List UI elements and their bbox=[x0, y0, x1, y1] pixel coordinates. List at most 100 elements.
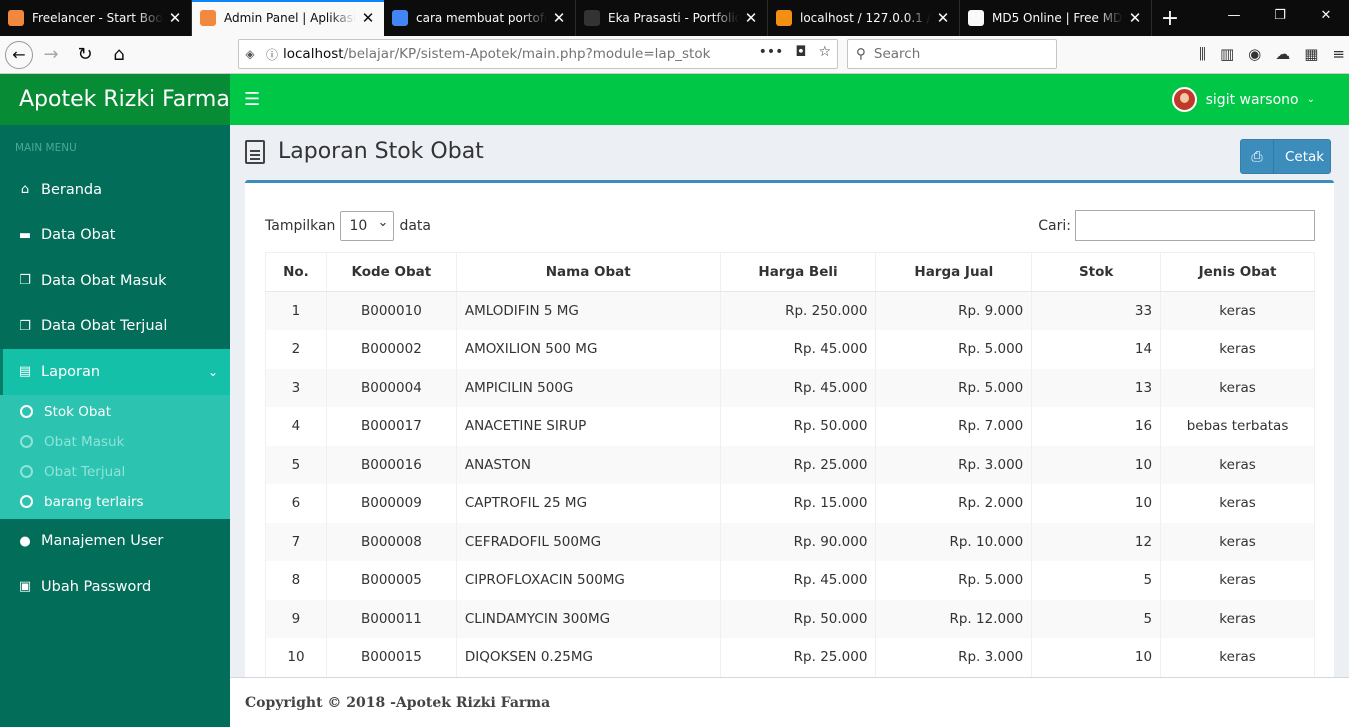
favicon-icon bbox=[392, 10, 408, 26]
submenu-item-label: barang terlairs bbox=[44, 493, 144, 510]
table-search-input[interactable] bbox=[1075, 210, 1315, 241]
submenu-item[interactable]: barang terlairs bbox=[0, 487, 230, 517]
printer-icon: ⎙ bbox=[1241, 140, 1274, 173]
sidebar-item-beranda[interactable]: ⌂ Beranda bbox=[0, 167, 230, 213]
main-content: Laporan Stok Obat ⎙ Cetak Tampilkan 10 d… bbox=[230, 125, 1349, 680]
close-tab-icon[interactable]: ✕ bbox=[551, 9, 567, 27]
table-cell: B000002 bbox=[325, 330, 457, 369]
toolbar-icons: ⫼ ▥ ◉ ☁ ▦ ≡ bbox=[1199, 45, 1349, 63]
extension-icon[interactable]: ☁ bbox=[1275, 45, 1290, 63]
page-header: Laporan Stok Obat bbox=[245, 139, 484, 164]
sidebar-item-data-obat-masuk[interactable]: ❐ Data Obat Masuk bbox=[0, 258, 230, 304]
browser-tab[interactable]: cara membuat portofolio ✕ bbox=[384, 0, 576, 36]
table-cell: 9 bbox=[265, 599, 327, 638]
restore-icon[interactable]: ❐ bbox=[1257, 0, 1303, 30]
sidebar-item-ubah-password[interactable]: ▣ Ubah Password bbox=[0, 564, 230, 610]
sidebar-item-label: Manajemen User bbox=[41, 533, 164, 550]
table-cell: 5 bbox=[1031, 599, 1162, 638]
account-icon[interactable]: ◉ bbox=[1248, 45, 1261, 63]
table-cell: B000015 bbox=[325, 638, 457, 677]
home-page-icon[interactable]: ⌂ bbox=[103, 40, 135, 70]
table-cell: keras bbox=[1160, 368, 1315, 407]
new-tab-button[interactable]: + bbox=[1152, 0, 1188, 36]
table-cell: 2 bbox=[265, 330, 327, 369]
close-tab-icon[interactable]: ✕ bbox=[935, 9, 951, 27]
url-actions: ••• ◘ ☆ bbox=[759, 44, 831, 60]
url-path: /belajar/KP/sistem-Apotek/main.php?modul… bbox=[343, 46, 711, 62]
table-cell: 10 bbox=[1031, 484, 1162, 523]
table-cell: Rp. 12.000 bbox=[875, 599, 1033, 638]
search-icon: ⚲ bbox=[856, 46, 866, 62]
forward-icon[interactable]: → bbox=[35, 40, 67, 70]
tab-title: Admin Panel | Aplikasi Persediaan bbox=[224, 11, 356, 25]
column-header[interactable]: Harga Beli bbox=[719, 252, 877, 292]
footer: Copyright © 2018 -Apotek Rizki Farma bbox=[230, 677, 1349, 727]
table-cell: 16 bbox=[1031, 407, 1162, 446]
table-cell: Rp. 10.000 bbox=[875, 522, 1033, 561]
table-cell: keras bbox=[1160, 445, 1315, 484]
sidebar-icon[interactable]: ▥ bbox=[1220, 45, 1234, 63]
table-cell: 5 bbox=[265, 445, 327, 484]
user-menu[interactable]: sigit warsono ⌄ bbox=[1171, 87, 1315, 112]
window-controls: — ❐ ✕ bbox=[1211, 0, 1349, 30]
table-cell: CLINDAMYCIN 300MG bbox=[455, 599, 721, 638]
table-cell: 1 bbox=[265, 291, 327, 330]
minimize-icon[interactable]: — bbox=[1211, 0, 1257, 30]
sidebar-item-label: Beranda bbox=[41, 181, 102, 198]
browser-tab[interactable]: Freelancer - Start Bootstrap ✕ bbox=[0, 0, 192, 36]
sidebar-item-data-obat[interactable]: ▬ Data Obat bbox=[0, 213, 230, 259]
sidebar-item-laporan[interactable]: ▤ Laporan ⌄ bbox=[0, 349, 230, 395]
tab-title: localhost / 127.0.0.1 / persediaan bbox=[800, 11, 931, 25]
table-cell: keras bbox=[1160, 638, 1315, 677]
table-cell: Rp. 5.000 bbox=[875, 330, 1033, 369]
bookmark-star-icon[interactable]: ☆ bbox=[818, 44, 831, 60]
table-body: 1 B000010 AMLODIFIN 5 MG Rp. 250.000 Rp. 9.0… bbox=[265, 291, 1315, 677]
main-menu: ⌂ Beranda ▬ Data Obat ❐ Data Obat Masuk ❐ Data … bbox=[0, 167, 230, 610]
submenu-item[interactable]: Stok Obat bbox=[0, 397, 230, 427]
top-header: ☰ sigit warsono ⌄ bbox=[230, 74, 1349, 125]
library-icon[interactable]: ⫼ bbox=[1199, 45, 1206, 63]
brand-logo[interactable]: Apotek Rizki Farma bbox=[0, 74, 230, 125]
column-header[interactable]: Stok bbox=[1031, 252, 1162, 292]
circle-icon bbox=[20, 495, 33, 508]
print-button[interactable]: ⎙ Cetak bbox=[1240, 139, 1331, 174]
menu-icon[interactable]: ≡ bbox=[1332, 45, 1345, 63]
page-actions-icon[interactable]: ••• bbox=[759, 44, 784, 60]
info-icon[interactable]: ⓘ bbox=[261, 46, 283, 63]
reload-icon[interactable]: ↻ bbox=[69, 40, 101, 70]
submenu-item[interactable]: Obat Masuk bbox=[0, 427, 230, 457]
close-tab-icon[interactable]: ✕ bbox=[743, 9, 759, 27]
table-row: 6 B000009 CAPTROFIL 25 MG Rp. 15.000 Rp. 2.0… bbox=[265, 484, 1315, 523]
column-header[interactable]: No. bbox=[265, 252, 327, 292]
table-cell: B000010 bbox=[325, 291, 457, 330]
url-bar[interactable]: ◈ ⓘ localhost/belajar/KP/sistem-Apotek/m… bbox=[238, 39, 838, 69]
close-tab-icon[interactable]: ✕ bbox=[167, 9, 183, 27]
search-input[interactable]: ⚲ Search bbox=[847, 39, 1057, 69]
shield-icon[interactable]: ◈ bbox=[239, 47, 261, 61]
table-cell: 33 bbox=[1031, 291, 1162, 330]
page-length-control: Tampilkan 10 data bbox=[265, 211, 431, 241]
browser-tab[interactable]: MD5 Online | Free MD5 Decryption ✕ bbox=[960, 0, 1152, 36]
page-length-select[interactable]: 10 bbox=[340, 211, 395, 241]
pocket-icon[interactable]: ◘ bbox=[795, 44, 806, 60]
submenu-item[interactable]: Obat Terjual bbox=[0, 457, 230, 487]
close-window-icon[interactable]: ✕ bbox=[1303, 0, 1349, 30]
column-header[interactable]: Jenis Obat bbox=[1160, 252, 1315, 292]
column-header[interactable]: Kode Obat bbox=[325, 252, 457, 292]
show-label: Tampilkan bbox=[265, 218, 336, 234]
browser-tab[interactable]: localhost / 127.0.0.1 / persediaan ✕ bbox=[768, 0, 960, 36]
hamburger-icon[interactable]: ☰ bbox=[244, 89, 260, 110]
close-tab-icon[interactable]: ✕ bbox=[360, 9, 376, 27]
browser-tab[interactable]: Admin Panel | Aplikasi Persediaan ✕ bbox=[192, 0, 384, 36]
table-cell: CAPTROFIL 25 MG bbox=[455, 484, 721, 523]
sidebar-item-data-obat-terjual[interactable]: ❐ Data Obat Terjual bbox=[0, 304, 230, 350]
column-header[interactable]: Harga Jual bbox=[875, 252, 1033, 292]
back-icon[interactable]: ← bbox=[5, 40, 33, 69]
copy-icon: ❐ bbox=[19, 273, 31, 289]
column-header[interactable]: Nama Obat bbox=[455, 252, 721, 292]
browser-tab[interactable]: Eka Prasasti - Portfolio ✕ bbox=[576, 0, 768, 36]
close-tab-icon[interactable]: ✕ bbox=[1127, 9, 1143, 27]
addons-icon[interactable]: ▦ bbox=[1304, 45, 1318, 63]
table-cell: CEFRADOFIL 500MG bbox=[455, 522, 721, 561]
sidebar-item-manajemen-user[interactable]: ● Manajemen User bbox=[0, 519, 230, 565]
